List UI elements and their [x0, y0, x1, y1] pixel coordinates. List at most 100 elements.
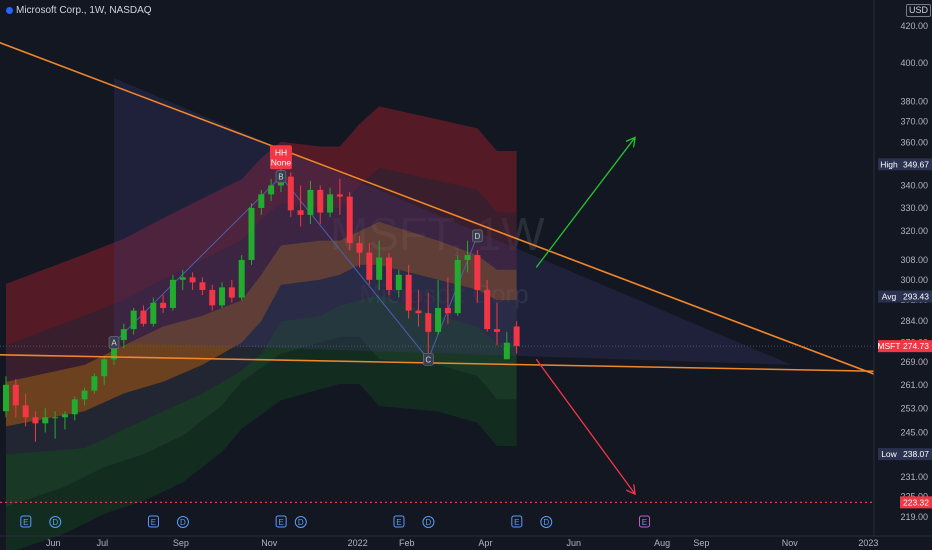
- point-label: C: [425, 355, 431, 364]
- earnings-event-icon[interactable]: E: [511, 515, 523, 528]
- candle-body: [61, 414, 68, 418]
- candle-body: [385, 257, 392, 290]
- candle-body: [268, 185, 275, 195]
- candle-body: [484, 289, 491, 330]
- candle-body: [22, 405, 29, 418]
- candle-body: [3, 384, 9, 412]
- time-tick-label: Aug: [654, 538, 670, 548]
- price-tick-label: 300.00: [900, 275, 928, 285]
- candle-body: [238, 259, 245, 298]
- pattern-triangle: [114, 78, 792, 365]
- candle-body: [425, 313, 432, 332]
- candle-body: [71, 399, 78, 415]
- price-tick-label: 370.00: [900, 117, 928, 127]
- currency-badge[interactable]: USD: [906, 4, 932, 17]
- candle-body: [120, 329, 127, 340]
- earnings-event-icon[interactable]: E: [393, 515, 405, 528]
- candle-body: [346, 196, 353, 244]
- higher-high-badge: HHNone: [269, 145, 292, 170]
- dividend-event-icon[interactable]: D: [540, 516, 553, 528]
- time-tick-label: Jul: [97, 538, 109, 548]
- pattern-point-c: C: [422, 352, 434, 366]
- pattern-point-d: D: [472, 229, 483, 243]
- candle-body: [464, 255, 471, 260]
- candle-body: [444, 307, 451, 314]
- tag-name: Avg: [882, 292, 897, 302]
- price-tag-low: Low 238.07: [878, 448, 932, 461]
- point-label: A: [111, 339, 117, 348]
- event-label: D: [180, 518, 186, 527]
- event-label: D: [298, 518, 304, 527]
- earnings-event-icon[interactable]: E: [638, 515, 650, 528]
- candle-body: [395, 274, 402, 290]
- symbol-logo-icon: [6, 6, 13, 14]
- candle-body: [287, 176, 294, 211]
- candle-body: [454, 259, 461, 314]
- event-label: E: [514, 518, 519, 527]
- candle-body: [52, 417, 59, 419]
- dividend-event-icon[interactable]: D: [294, 516, 307, 528]
- dividend-event-icon[interactable]: D: [176, 516, 189, 528]
- symbol-title-text: Microsoft Corp., 1W, NASDAQ: [16, 5, 152, 16]
- candle-body: [513, 326, 520, 347]
- candle-body: [327, 194, 334, 213]
- candle-body: [248, 207, 255, 260]
- candle-body: [503, 342, 510, 360]
- time-tick-label: Jun: [566, 538, 581, 548]
- price-tick-label: 308.00: [900, 255, 928, 265]
- tag-name: MSFT: [877, 341, 900, 351]
- time-tick-label: Jun: [46, 538, 61, 548]
- candle-body: [366, 252, 373, 280]
- price-tick-label: 380.00: [900, 97, 928, 107]
- candle-body: [150, 302, 157, 324]
- candle-body: [12, 384, 19, 406]
- tag-value: 293.43: [903, 292, 929, 302]
- price-tag-high: High 349.67: [878, 158, 932, 171]
- price-tick-label: 284.00: [900, 316, 928, 326]
- price-tick-label: 261.00: [900, 380, 928, 390]
- event-label: E: [23, 518, 28, 527]
- price-tag-support: 223.32: [900, 496, 932, 509]
- candle-body: [219, 287, 226, 306]
- price-tick-label: 245.00: [900, 428, 928, 438]
- pattern-point-b: B: [275, 170, 287, 183]
- time-tick-label: 2022: [348, 538, 368, 548]
- candle-body: [140, 310, 147, 324]
- candle-body: [474, 255, 481, 290]
- tag-value: 349.67: [903, 159, 929, 169]
- time-tick-label: Sep: [173, 538, 189, 548]
- price-tick-label: 269.00: [900, 357, 928, 367]
- candle-body: [494, 329, 500, 332]
- event-label: E: [642, 518, 647, 527]
- candle-body: [130, 310, 137, 330]
- dividend-event-icon[interactable]: D: [422, 516, 435, 528]
- price-chart[interactable]: MSFT, 1WMicrosoft Corp ABCDHHNone EDEDED…: [0, 0, 932, 550]
- candle-body: [189, 277, 196, 283]
- candle-body: [32, 417, 39, 424]
- event-label: D: [426, 518, 432, 527]
- candle-body: [356, 243, 363, 253]
- candle-body: [376, 257, 383, 280]
- candle-body: [405, 274, 412, 311]
- candle-body: [317, 189, 324, 213]
- time-tick-label: Feb: [399, 538, 415, 548]
- price-tag-msft: MSFT 274.73: [877, 340, 932, 353]
- candle-body: [336, 194, 343, 197]
- hh-sublabel: None: [271, 157, 292, 167]
- candle-body: [169, 279, 176, 308]
- point-label: D: [474, 232, 480, 241]
- price-tick-label: 420.00: [900, 21, 928, 31]
- earnings-event-icon[interactable]: E: [275, 515, 287, 528]
- tag-value: 238.07: [903, 449, 929, 459]
- time-tick-label: Apr: [478, 538, 492, 548]
- candle-body: [435, 307, 442, 332]
- time-tick-label: Sep: [693, 538, 709, 548]
- earnings-event-icon[interactable]: E: [147, 515, 159, 528]
- event-label: E: [151, 518, 156, 527]
- price-tick-label: 219.00: [900, 512, 928, 522]
- candle-body: [42, 417, 49, 424]
- symbol-title[interactable]: Microsoft Corp., 1W, NASDAQ: [6, 5, 152, 16]
- price-tick-label: 320.00: [900, 226, 928, 236]
- point-label: B: [278, 173, 283, 182]
- event-label: E: [278, 518, 283, 527]
